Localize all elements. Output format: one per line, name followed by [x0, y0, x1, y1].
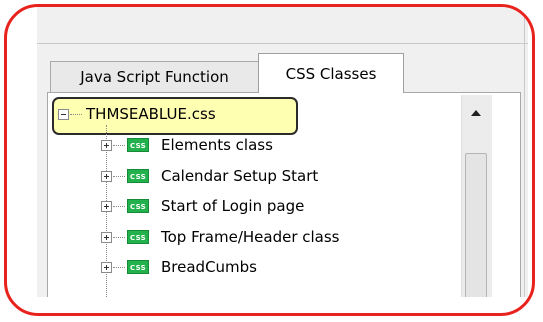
tree-item-label: Top Frame/Header class [161, 228, 340, 246]
tree-connector [113, 266, 125, 268]
expand-icon[interactable] [101, 170, 112, 182]
callout-frame: Java Script Function CSS Classes THMSEAB… [4, 4, 535, 316]
tab-label: Java Script Function [80, 68, 229, 86]
tab-css-classes[interactable]: CSS Classes [258, 53, 404, 93]
tree-item[interactable]: CSS Top Frame/Header class [101, 226, 340, 248]
panel-divider-vertical [524, 7, 525, 297]
css-file-icon: CSS [127, 199, 149, 213]
vertical-scrollbar[interactable] [461, 95, 492, 297]
tab-label: CSS Classes [285, 64, 377, 83]
tree-item-label: Calendar Setup Start [161, 167, 319, 185]
tree-item[interactable]: CSS Calendar Setup Start [101, 165, 318, 187]
tab-java-script-function[interactable]: Java Script Function [50, 61, 259, 92]
css-file-icon: CSS [127, 230, 149, 244]
classes-panel: Java Script Function CSS Classes THMSEAB… [37, 7, 528, 297]
tree-item-label: BreadCumbs [161, 258, 257, 276]
collapse-icon[interactable] [58, 108, 69, 120]
expand-icon[interactable] [101, 139, 112, 151]
tree-item[interactable]: CSS Start of Login page [101, 195, 304, 217]
scroll-up-icon[interactable] [471, 110, 481, 116]
expand-icon[interactable] [101, 200, 112, 212]
css-file-icon: CSS [127, 260, 149, 274]
tree-connector [113, 205, 125, 207]
scroll-thumb[interactable] [465, 153, 487, 297]
tree-root-node[interactable]: THMSEABLUE.css [58, 104, 216, 124]
tree-item[interactable]: CSS BreadCumbs [101, 256, 257, 278]
tree-connector [113, 144, 125, 146]
tree-item[interactable]: CSS Elements class [101, 134, 273, 156]
css-file-icon: CSS [127, 169, 149, 183]
tree-root-label: THMSEABLUE.css [86, 105, 216, 123]
tree-connector [70, 113, 82, 115]
css-class-tree: THMSEABLUE.css CSS Elements class CSS Ca… [47, 92, 521, 297]
expand-icon[interactable] [101, 231, 112, 243]
tree-item-label: Start of Login page [161, 197, 305, 215]
tree-connector [113, 175, 125, 177]
css-file-icon: CSS [127, 138, 149, 152]
tree-item-label: Elements class [161, 136, 273, 154]
tree-connector [113, 236, 125, 238]
panel-divider [37, 43, 528, 44]
expand-icon[interactable] [101, 261, 112, 273]
